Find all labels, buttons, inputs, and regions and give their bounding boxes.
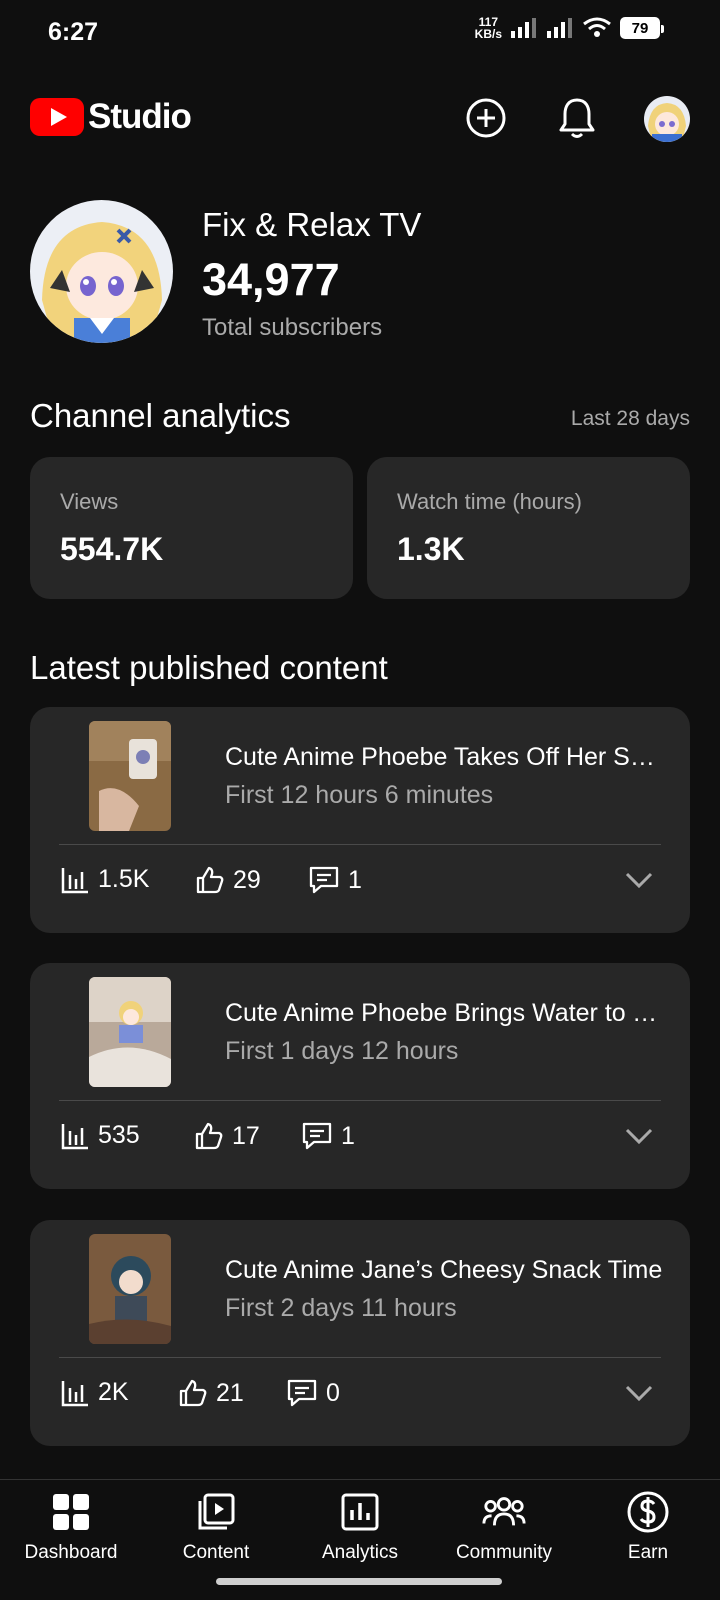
signal-1-icon [511,18,536,38]
video-card[interactable]: Cute Anime Phoebe Takes Off Her Shoes Fi… [30,707,690,933]
video-title: Cute Anime Phoebe Takes Off Her Shoes [225,743,665,771]
thumbnail-image [89,977,171,1087]
nav-label: Earn [627,1542,669,1563]
subscriber-label: Total subscribers [202,314,383,341]
thumbs-up-icon [195,1122,223,1150]
comment-icon [309,866,339,894]
video-period: First 2 days 11 hours [225,1294,457,1322]
analytics-icon [341,1493,379,1531]
video-title: Cute Anime Jane’s Cheesy Snack Time [225,1256,663,1284]
channel-avatar[interactable] [30,200,173,343]
status-bar: 6:27 117 KB/s 79 [0,0,720,66]
views-value: 554.7K [60,531,164,567]
bar-chart-icon [61,867,88,893]
avatar-image [644,96,690,142]
app-header: Studio [0,88,720,148]
chevron-down-icon [625,872,653,889]
status-icons: 117 KB/s 79 [474,15,664,41]
watch-time-card[interactable]: Watch time (hours) 1.3K [367,457,690,599]
nav-label: Analytics [321,1542,399,1563]
divider [59,1100,661,1101]
watch-time-value: 1.3K [397,531,465,567]
channel-avatar-image [30,200,173,343]
thumbnail-image [89,721,171,831]
comment-icon [287,1379,317,1407]
thumbs-up-icon [179,1379,207,1407]
views-card[interactable]: Views 554.7K [30,457,353,599]
home-indicator[interactable] [216,1578,502,1585]
views-metric: 1.5K [60,865,149,894]
nav-label: Community [455,1542,553,1563]
thumbs-up-icon [196,866,224,894]
content-icon [198,1493,235,1530]
community-icon [482,1497,526,1526]
latest-content-title: Latest published content [30,649,388,686]
create-button[interactable] [462,94,510,142]
comments-metric: 1 [308,865,362,895]
nav-label: Content [182,1542,250,1563]
divider [59,844,661,845]
video-title: Cute Anime Phoebe Brings Water to You [225,999,665,1027]
logo-text: Studio [88,97,192,136]
youtube-logo-icon [30,98,84,136]
dashboard-icon [53,1494,89,1530]
nav-item-analytics[interactable]: Analytics [290,1490,430,1590]
divider [59,1357,661,1358]
nav-item-earn[interactable]: Earn [578,1490,718,1590]
views-metric: 535 [60,1121,140,1150]
status-time: 6:27 [48,18,99,46]
studio-logo[interactable]: Studio [30,97,192,137]
video-thumbnail[interactable] [89,721,171,831]
notifications-button[interactable] [553,94,601,142]
video-period: First 1 days 12 hours [225,1037,459,1065]
chevron-down-icon [625,1128,653,1145]
nav-item-content[interactable]: Content [146,1490,286,1590]
comment-icon [302,1122,332,1150]
likes-metric: 21 [178,1378,244,1408]
channel-info: Fix & Relax TV 34,977 Total subscribers [30,200,690,345]
views-metric: 2K [60,1378,129,1407]
subscriber-count: 34,977 [202,254,340,305]
analytics-range: Last 28 days [570,407,690,430]
expand-button[interactable] [624,1127,654,1150]
wifi-icon [583,17,611,37]
video-card[interactable]: Cute Anime Jane’s Cheesy Snack Time Firs… [30,1220,690,1446]
video-thumbnail[interactable] [89,977,171,1087]
watch-time-label: Watch time (hours) [397,489,583,514]
nav-item-dashboard[interactable]: Dashboard [1,1490,141,1590]
video-card[interactable]: Cute Anime Phoebe Brings Water to You Fi… [30,963,690,1189]
bar-chart-icon [61,1123,88,1149]
signal-2-icon [547,18,572,38]
expand-button[interactable] [624,1384,654,1407]
views-label: Views [60,489,119,514]
likes-metric: 29 [195,865,261,895]
likes-metric: 17 [194,1121,260,1151]
battery-indicator: 79 [620,17,664,39]
plus-circle-icon [466,98,506,138]
nav-item-community[interactable]: Community [434,1490,574,1590]
bell-icon [559,98,595,138]
expand-button[interactable] [624,871,654,894]
comments-metric: 0 [286,1378,340,1408]
chevron-down-icon [625,1385,653,1402]
earn-icon [627,1491,669,1533]
thumbnail-image [89,1234,171,1344]
video-thumbnail[interactable] [89,1234,171,1344]
analytics-title: Channel analytics [30,397,291,434]
comments-metric: 1 [301,1121,355,1151]
bar-chart-icon [61,1380,88,1406]
channel-name: Fix & Relax TV [202,206,422,243]
account-avatar[interactable] [644,96,690,142]
network-speed: 117 KB/s [474,15,502,41]
nav-label: Dashboard [24,1542,118,1563]
video-period: First 12 hours 6 minutes [225,781,494,809]
